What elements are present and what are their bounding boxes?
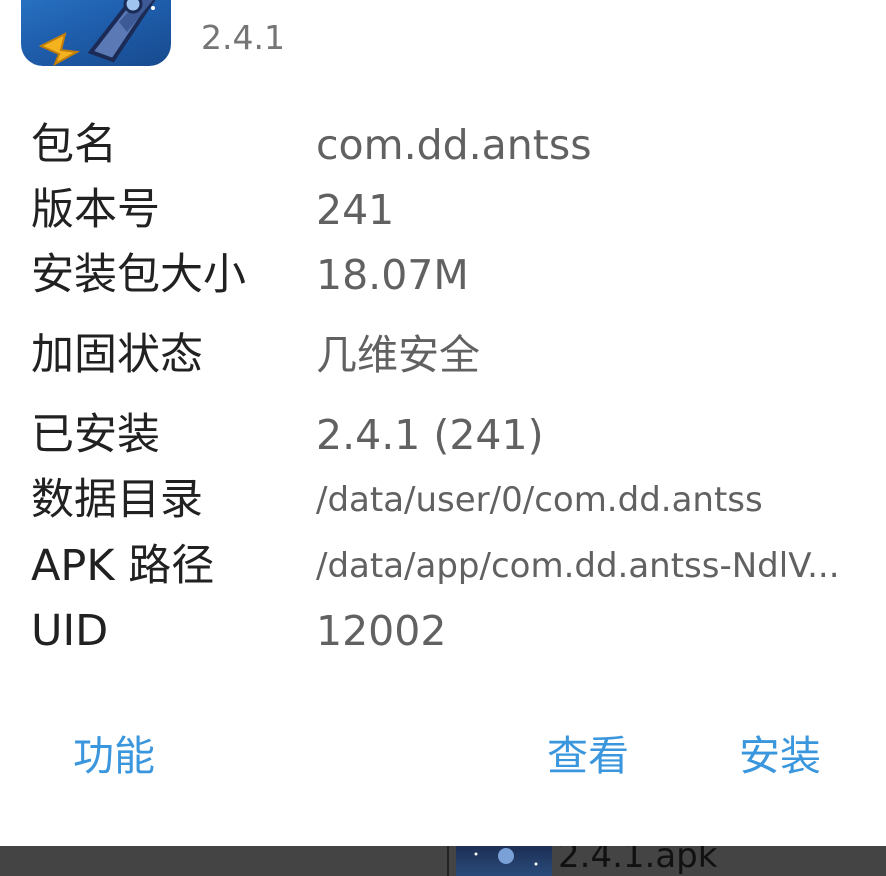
features-button[interactable]: 功能	[73, 726, 155, 786]
view-button[interactable]: 查看	[547, 726, 629, 786]
apk-thumbnail-icon[interactable]	[456, 846, 552, 876]
info-value: 2.4.1 (241)	[316, 411, 544, 459]
info-label: 安装包大小	[31, 250, 246, 300]
info-row-package: 包名 com.dd.antss	[0, 115, 886, 175]
info-label: 数据目录	[31, 475, 203, 525]
info-label: APK 路径	[31, 541, 215, 591]
info-value: /data/app/com.dd.antss-NdlV...	[316, 546, 840, 586]
info-row-apk-path: APK 路径 /data/app/com.dd.antss-NdlV...	[0, 536, 886, 596]
info-row-data-dir: 数据目录 /data/user/0/com.dd.antss	[0, 470, 886, 530]
info-label: 加固状态	[31, 330, 203, 380]
app-icon	[21, 0, 171, 66]
rocket-thumb-icon	[474, 848, 538, 866]
info-label: UID	[31, 606, 109, 656]
apk-file-name[interactable]: 2.4.1.apk	[558, 846, 717, 876]
background-file-list: 2.4.1.apk	[0, 846, 886, 876]
info-value: 241	[316, 186, 395, 234]
rocket-icon	[38, 0, 156, 66]
info-label: 版本号	[31, 185, 160, 235]
info-row-uid: UID 12002	[0, 601, 886, 661]
info-value: 几维安全	[316, 331, 480, 379]
app-version: 2.4.1	[201, 18, 285, 57]
info-row-version-code: 版本号 241	[0, 180, 886, 240]
info-value: 12002	[316, 607, 447, 655]
app-info-dialog: 2.4.1 包名 com.dd.antss 版本号 241 安装包大小 18.0…	[0, 0, 886, 846]
info-value: com.dd.antss	[316, 121, 592, 169]
info-label: 已安装	[31, 410, 160, 460]
info-value: /data/user/0/com.dd.antss	[316, 480, 763, 520]
info-row-installed: 已安装 2.4.1 (241)	[0, 405, 886, 465]
info-row-package-size: 安装包大小 18.07M	[0, 245, 886, 305]
info-label: 包名	[31, 120, 117, 170]
divider	[447, 846, 449, 876]
info-value: 18.07M	[316, 251, 469, 299]
install-button[interactable]: 安装	[739, 726, 821, 786]
info-row-hardening: 加固状态 几维安全	[0, 325, 886, 385]
